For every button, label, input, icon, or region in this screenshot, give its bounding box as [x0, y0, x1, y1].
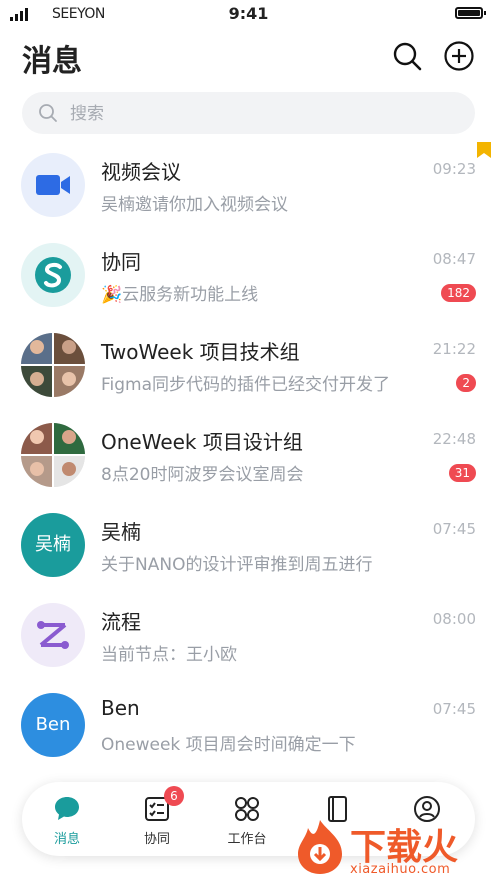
- grid-icon: [235, 797, 259, 821]
- conversation-time: 08:47: [432, 250, 476, 268]
- tab-label: 协同: [143, 832, 170, 847]
- page-title: 消息: [22, 44, 82, 79]
- conversation-item[interactable]: 流程 当前节点：王小欧 08:00: [0, 590, 497, 680]
- search-icon[interactable]: [391, 40, 423, 72]
- workflow-avatar: [21, 603, 85, 667]
- conversation-preview: 当前节点：王小欧: [101, 645, 237, 665]
- conversation-preview: 关于NANO的设计评审推到周五进行: [101, 555, 373, 575]
- conversation-time: 07:45: [432, 700, 476, 718]
- page-header: 消息: [0, 30, 497, 86]
- tab-workbench[interactable]: 工作台: [212, 794, 282, 847]
- battery-icon: [455, 7, 486, 19]
- conversation-preview: Figma同步代码的插件已经交付开发了: [101, 375, 391, 395]
- watermark: 下载火 xiazaihuo.com: [290, 812, 497, 883]
- conversation-time: 08:00: [432, 610, 476, 628]
- conversation-preview: Oneweek 项目周会时间确定一下: [101, 735, 356, 755]
- conversation-name: OneWeek 项目设计组: [101, 430, 303, 454]
- group-avatar: [21, 333, 85, 397]
- tab-badge: 6: [164, 786, 184, 806]
- tab-label: 工作台: [227, 832, 267, 847]
- conversation-item[interactable]: OneWeek 项目设计组 8点20时阿波罗会议室周会 22:48 31: [0, 410, 497, 500]
- conversation-name: 流程: [101, 610, 141, 634]
- collaboration-avatar: [21, 243, 85, 307]
- watermark-url: xiazaihuo.com: [350, 862, 451, 877]
- video-camera-icon: [36, 175, 70, 195]
- search-bar[interactable]: [22, 92, 475, 136]
- user-avatar: Ben: [21, 693, 85, 757]
- user-avatar: 吴楠: [21, 513, 85, 577]
- conversation-time: 07:45: [432, 520, 476, 538]
- unread-badge: 31: [448, 464, 476, 482]
- conversation-name: TwoWeek 项目技术组: [101, 340, 300, 364]
- conversation-name: 协同: [101, 250, 141, 274]
- group-avatar: [21, 423, 85, 487]
- conversation-name: 视频会议: [101, 160, 181, 184]
- message-bubble-icon: [55, 797, 79, 820]
- tab-label: 消息: [53, 832, 80, 847]
- group-photo-icon: [21, 333, 85, 397]
- status-bar: SEEYON 9:41: [0, 0, 497, 30]
- conversation-time: 21:22: [432, 340, 476, 358]
- status-time: 9:41: [228, 4, 269, 23]
- tab-messages[interactable]: 消息: [32, 794, 102, 847]
- seeyon-logo-icon: [35, 257, 71, 293]
- conversation-time: 09:23: [432, 160, 476, 178]
- conversation-item[interactable]: 吴楠 吴楠 关于NANO的设计评审推到周五进行 07:45: [0, 500, 497, 590]
- video-meeting-avatar: [21, 153, 85, 217]
- unread-badge: 182: [441, 284, 476, 302]
- conversation-item[interactable]: Ben Ben Oneweek 项目周会时间确定一下 07:45: [0, 680, 497, 770]
- conversation-name: Ben: [101, 696, 140, 720]
- search-icon: [39, 104, 57, 122]
- conversation-item[interactable]: 视频会议 吴楠邀请你加入视频会议 09:23: [0, 140, 497, 230]
- add-icon[interactable]: [443, 40, 475, 72]
- conversation-preview: 🎉云服务新功能上线: [101, 285, 259, 305]
- conversation-time: 22:48: [432, 430, 476, 448]
- watermark-logo-icon: [298, 820, 342, 874]
- conversation-preview: 8点20时阿波罗会议室周会: [101, 465, 304, 485]
- search-input[interactable]: [68, 92, 452, 136]
- conversation-item[interactable]: 协同 🎉云服务新功能上线 08:47 182: [0, 230, 497, 320]
- conversation-item[interactable]: TwoWeek 项目技术组 Figma同步代码的插件已经交付开发了 21:22 …: [0, 320, 497, 410]
- unread-badge: 2: [456, 374, 476, 392]
- conversation-preview: 吴楠邀请你加入视频会议: [101, 195, 288, 215]
- conversation-name: 吴楠: [101, 520, 141, 544]
- group-photo-icon: [21, 423, 85, 487]
- tab-collaboration[interactable]: 协同 6: [122, 786, 192, 847]
- workflow-icon: [37, 621, 69, 649]
